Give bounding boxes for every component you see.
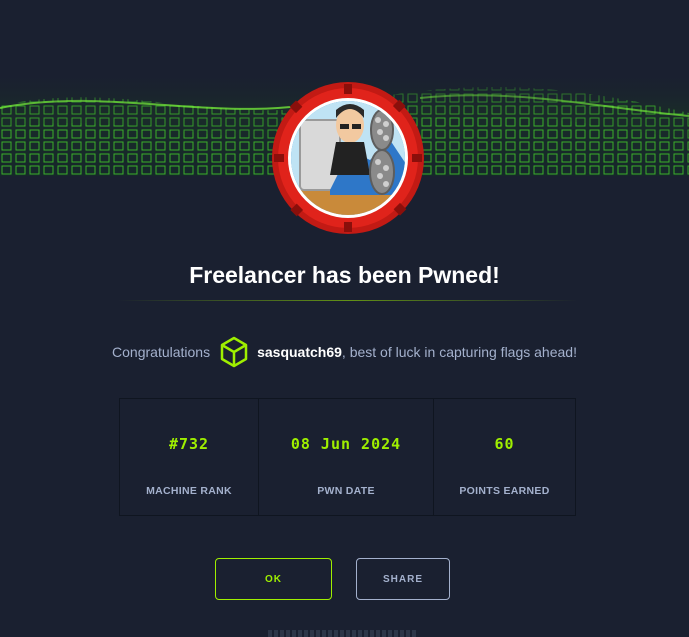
footer-peek bbox=[268, 630, 418, 637]
congrats-suffix: , best of luck in capturing flags ahead! bbox=[341, 344, 577, 360]
stat-label: POINTS EARNED bbox=[459, 485, 550, 497]
congrats-prefix: Congratulations bbox=[112, 344, 211, 360]
machine-avatar bbox=[270, 80, 426, 236]
stat-points-earned: 60 POINTS EARNED bbox=[434, 399, 575, 515]
stat-value: 60 bbox=[494, 435, 515, 453]
stat-machine-rank: #732 MACHINE RANK bbox=[120, 399, 259, 515]
stat-value: 08 Jun 2024 bbox=[290, 435, 402, 453]
stats-panel: #732 MACHINE RANK 08 Jun 2024 PWN DATE 6… bbox=[119, 398, 576, 516]
stat-pwn-date: 08 Jun 2024 PWN DATE bbox=[259, 399, 434, 515]
hexagon-cube-icon bbox=[219, 336, 249, 368]
stat-label: MACHINE RANK bbox=[146, 485, 232, 497]
ok-button[interactable]: OK bbox=[215, 558, 332, 600]
stat-label: PWN DATE bbox=[317, 485, 375, 497]
page-title: Freelancer has been Pwned! bbox=[189, 262, 500, 288]
share-button[interactable]: SHARE bbox=[356, 558, 450, 600]
stat-value: #732 bbox=[168, 435, 210, 453]
username-link[interactable]: sasquatch69 bbox=[257, 344, 342, 360]
title-divider bbox=[118, 300, 578, 301]
congrats-message: Congratulations sasquatch69 , best of lu… bbox=[0, 334, 689, 370]
